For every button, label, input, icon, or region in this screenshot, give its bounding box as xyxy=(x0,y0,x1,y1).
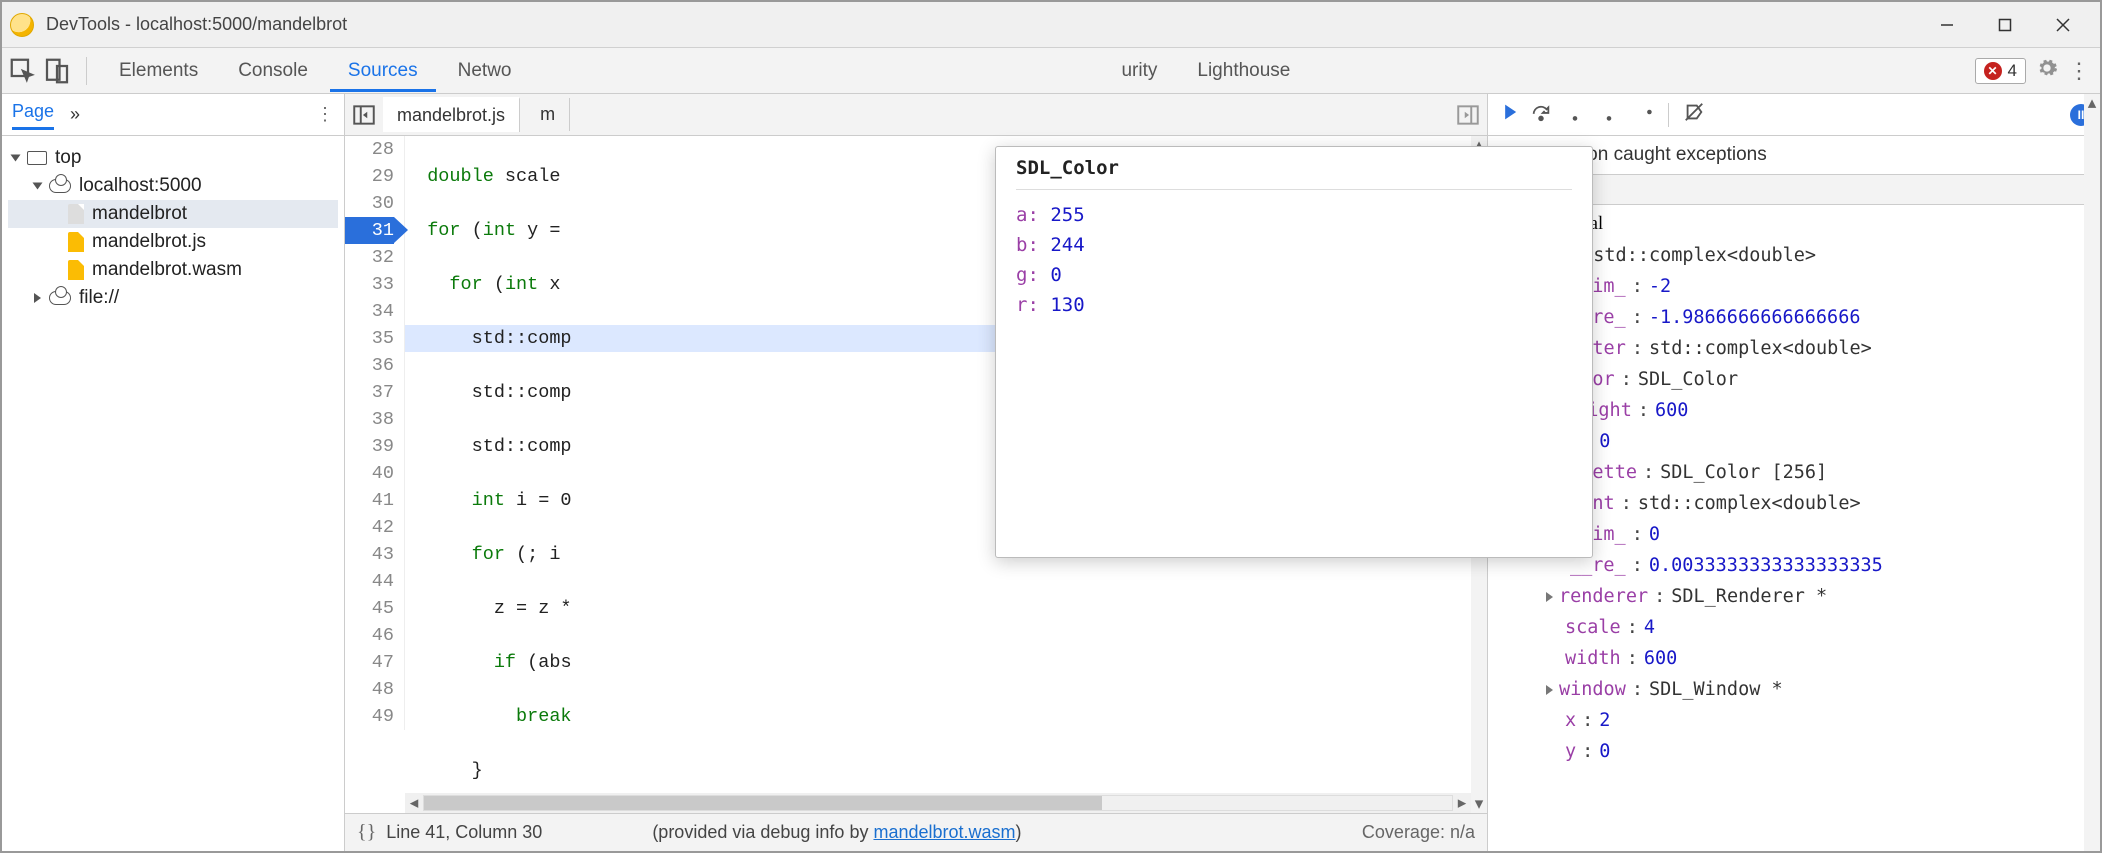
tree-label: localhost:5000 xyxy=(79,175,202,197)
var-renderer[interactable]: renderer: SDL_Renderer * xyxy=(1496,581,2100,612)
expand-icon xyxy=(1546,685,1553,695)
error-count: 4 xyxy=(2008,61,2017,81)
tree-file-mandelbrot-wasm[interactable]: mandelbrot.wasm xyxy=(8,256,338,284)
toggle-debugger-icon[interactable] xyxy=(1455,102,1481,128)
coverage-status: Coverage: n/a xyxy=(1362,822,1475,843)
step-out-button[interactable] xyxy=(1598,101,1620,128)
editor-tab-mandelbrot-js[interactable]: mandelbrot.js xyxy=(383,97,520,132)
tree-top-frame[interactable]: top xyxy=(8,144,338,172)
navigator-tab-page[interactable]: Page xyxy=(12,101,54,130)
error-count-badge[interactable]: ✕ 4 xyxy=(1975,58,2026,84)
divider xyxy=(1668,103,1669,127)
tree-file-mandelbrot[interactable]: mandelbrot xyxy=(8,200,338,228)
editor-statusbar: {} Line 41, Column 30 (provided via debu… xyxy=(345,813,1487,851)
more-menu-icon[interactable]: ⋮ xyxy=(2068,58,2088,84)
cloud-icon xyxy=(49,291,71,305)
tab-security-truncated[interactable]: urity xyxy=(1103,50,1175,92)
tab-console[interactable]: Console xyxy=(220,50,326,92)
scroll-right-icon[interactable]: ▸ xyxy=(1453,794,1471,812)
debug-info-link[interactable]: mandelbrot.wasm xyxy=(873,822,1015,842)
tree-label: file:// xyxy=(79,287,119,309)
tree-label: mandelbrot xyxy=(92,203,187,225)
tooltip-key: r xyxy=(1016,294,1027,316)
expand-icon xyxy=(33,183,43,190)
document-icon xyxy=(68,204,84,224)
tab-lighthouse[interactable]: Lighthouse xyxy=(1179,50,1308,92)
tree-label: mandelbrot.js xyxy=(92,231,206,253)
scroll-down-icon[interactable]: ▾ xyxy=(1471,795,1487,813)
inspect-element-icon[interactable] xyxy=(8,56,38,86)
var-window[interactable]: window: SDL_Window * xyxy=(1496,674,2100,705)
tree-origin[interactable]: localhost:5000 xyxy=(8,172,338,200)
editor-horizontal-scrollbar[interactable]: ◂ ▸ xyxy=(405,793,1471,813)
breakpoint-line-31[interactable]: 31 xyxy=(345,217,394,244)
scroll-left-icon[interactable]: ◂ xyxy=(405,794,423,812)
var-width[interactable]: width: 600 xyxy=(1496,643,2100,674)
tab-elements[interactable]: Elements xyxy=(101,50,216,92)
window-titlebar: DevTools - localhost:5000/mandelbrot xyxy=(2,2,2100,48)
scroll-up-icon[interactable]: ▴ xyxy=(2084,94,2100,112)
window-minimize-button[interactable] xyxy=(1918,6,1976,44)
devtools-app-icon xyxy=(10,13,34,37)
script-icon xyxy=(68,260,84,280)
devtools-tabbar: Elements Console Sources Netwo urity Lig… xyxy=(2,48,2100,94)
cursor-position: Line 41, Column 30 xyxy=(386,822,542,843)
var-x[interactable]: x: 2 xyxy=(1496,705,2100,736)
tree-label: mandelbrot.wasm xyxy=(92,259,242,281)
source-editor-panel: mandelbrot.js m 282930 31 323334 353637 … xyxy=(345,94,1488,851)
script-icon xyxy=(68,232,84,252)
divider xyxy=(86,57,87,85)
settings-gear-icon[interactable] xyxy=(2036,57,2058,84)
var-scale[interactable]: scale: 4 xyxy=(1496,612,2100,643)
tab-sources[interactable]: Sources xyxy=(330,50,436,92)
debug-info-source: (provided via debug info by mandelbrot.w… xyxy=(652,822,1021,843)
tooltip-value: 0 xyxy=(1050,264,1061,286)
error-icon: ✕ xyxy=(1984,62,2002,80)
resume-button[interactable] xyxy=(1496,101,1518,128)
tree-file-scheme[interactable]: file:// xyxy=(8,284,338,312)
navigator-panel: Page » ⋮ top localhost:5000 mandelbrot m… xyxy=(2,94,345,851)
editor-tab-partial[interactable]: m xyxy=(526,98,570,131)
step-into-button[interactable] xyxy=(1564,101,1586,128)
variable-hover-tooltip: SDL_Color a: 255 b: 244 g: 0 r: 130 xyxy=(995,146,1593,558)
step-over-button[interactable] xyxy=(1530,101,1552,128)
tree-label: top xyxy=(55,147,81,169)
expand-icon xyxy=(11,155,21,162)
tooltip-key: b xyxy=(1016,234,1027,256)
file-tree: top localhost:5000 mandelbrot mandelbrot… xyxy=(2,136,344,320)
window-title: DevTools - localhost:5000/mandelbrot xyxy=(46,14,347,35)
toggle-navigator-icon[interactable] xyxy=(351,102,377,128)
frame-icon xyxy=(27,151,47,165)
scrollbar-thumb[interactable] xyxy=(424,796,1102,810)
line-gutter[interactable]: 282930 31 323334 353637 383940 414243 44… xyxy=(345,136,405,730)
navigator-menu-icon[interactable]: ⋮ xyxy=(316,104,334,125)
tooltip-value: 244 xyxy=(1050,234,1084,256)
tooltip-title: SDL_Color xyxy=(1016,157,1572,190)
expand-icon xyxy=(34,293,41,303)
expand-icon xyxy=(1546,592,1553,602)
tooltip-value: 130 xyxy=(1050,294,1084,316)
cloud-icon xyxy=(49,179,71,193)
navigator-more-tabs-icon[interactable]: » xyxy=(70,104,80,125)
editor-tabbar: mandelbrot.js m xyxy=(345,94,1487,136)
var-y[interactable]: y: 0 xyxy=(1496,736,2100,767)
tooltip-key: g xyxy=(1016,264,1027,286)
device-toolbar-icon[interactable] xyxy=(42,56,72,86)
deactivate-breakpoints-button[interactable] xyxy=(1683,101,1705,128)
tooltip-value: 255 xyxy=(1050,204,1084,226)
debugger-toolbar: II xyxy=(1488,94,2100,136)
tree-file-mandelbrot-js[interactable]: mandelbrot.js xyxy=(8,228,338,256)
tab-network-truncated[interactable]: Netwo xyxy=(440,50,530,92)
pretty-print-icon[interactable]: {} xyxy=(357,821,376,844)
tooltip-key: a xyxy=(1016,204,1027,226)
step-button[interactable] xyxy=(1632,101,1654,128)
window-close-button[interactable] xyxy=(2034,6,2092,44)
window-maximize-button[interactable] xyxy=(1976,6,2034,44)
navigator-tabs: Page » ⋮ xyxy=(2,94,344,136)
debugger-vertical-scrollbar[interactable]: ▴ xyxy=(2084,94,2100,851)
